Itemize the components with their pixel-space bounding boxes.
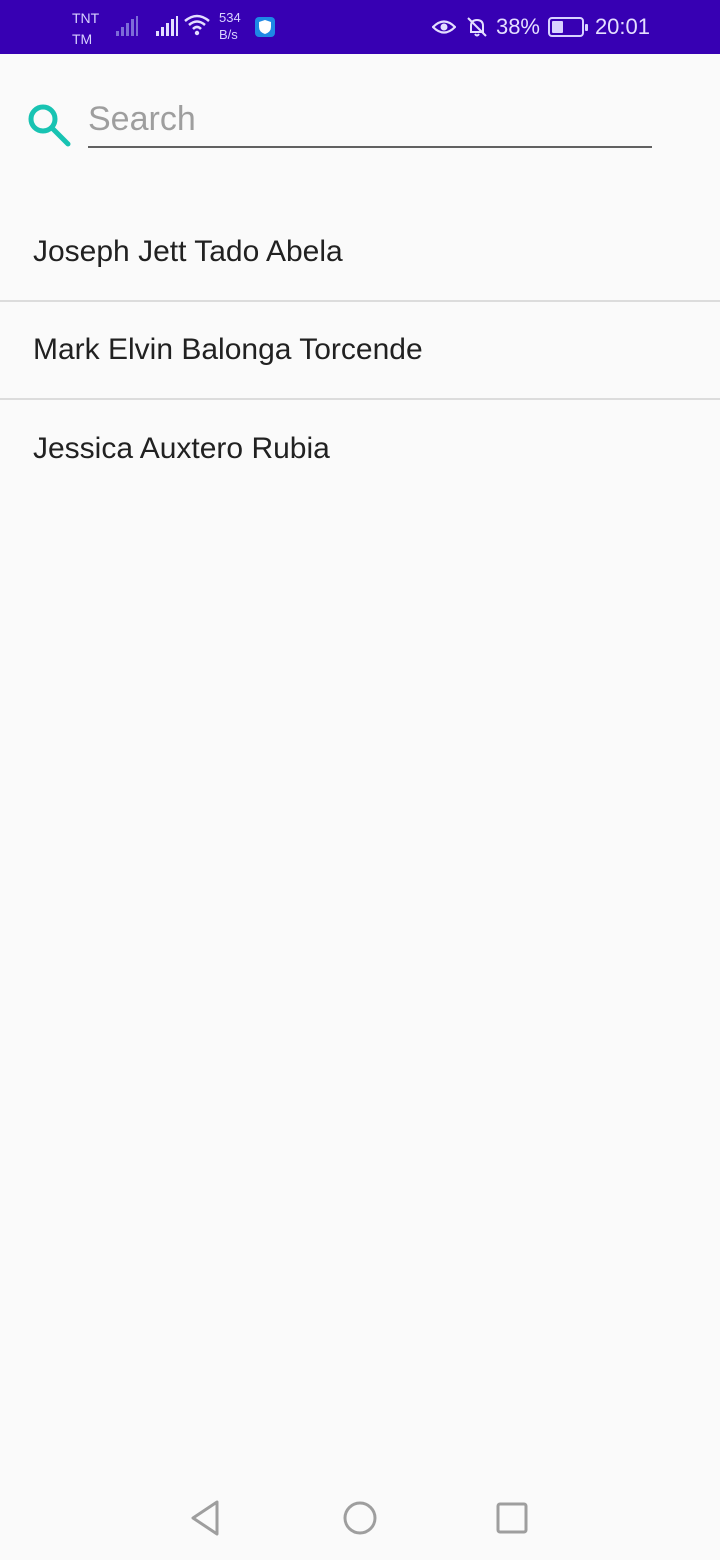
list-item[interactable]: Joseph Jett Tado Abela (0, 204, 720, 302)
status-bar: TNT TM 534 B/s 38% 20:01 (0, 0, 720, 54)
signal-icon (156, 16, 178, 36)
contact-name: Mark Elvin Balonga Torcende (33, 333, 423, 366)
battery-icon (548, 17, 588, 37)
list-item[interactable]: Mark Elvin Balonga Torcende (0, 302, 720, 400)
signal-icon (116, 16, 138, 36)
bell-off-icon (467, 17, 487, 37)
home-icon[interactable] (338, 1496, 382, 1540)
contact-name: Joseph Jett Tado Abela (33, 235, 343, 268)
recent-apps-icon[interactable] (490, 1496, 534, 1540)
network-speed: 534 B/s (219, 10, 241, 42)
navigation-bar (0, 1476, 720, 1560)
wifi-icon (184, 14, 210, 36)
contact-name: Jessica Auxtero Rubia (33, 432, 330, 465)
search-input[interactable] (88, 98, 652, 148)
battery-level-fill (552, 21, 563, 33)
status-icons: 38% (431, 0, 588, 54)
clock: 20:01 (594, 14, 650, 39)
battery-percent: 38% (495, 14, 540, 39)
eye-icon (431, 20, 456, 34)
search-bar (0, 54, 720, 204)
list-item[interactable]: Jessica Auxtero Rubia (0, 400, 720, 498)
shield-app-icon (255, 17, 275, 37)
contact-list: Joseph Jett Tado Abela Mark Elvin Balong… (0, 204, 720, 498)
back-icon[interactable] (184, 1496, 228, 1540)
carrier-label: TNT TM (72, 10, 100, 47)
search-icon[interactable] (26, 102, 72, 148)
